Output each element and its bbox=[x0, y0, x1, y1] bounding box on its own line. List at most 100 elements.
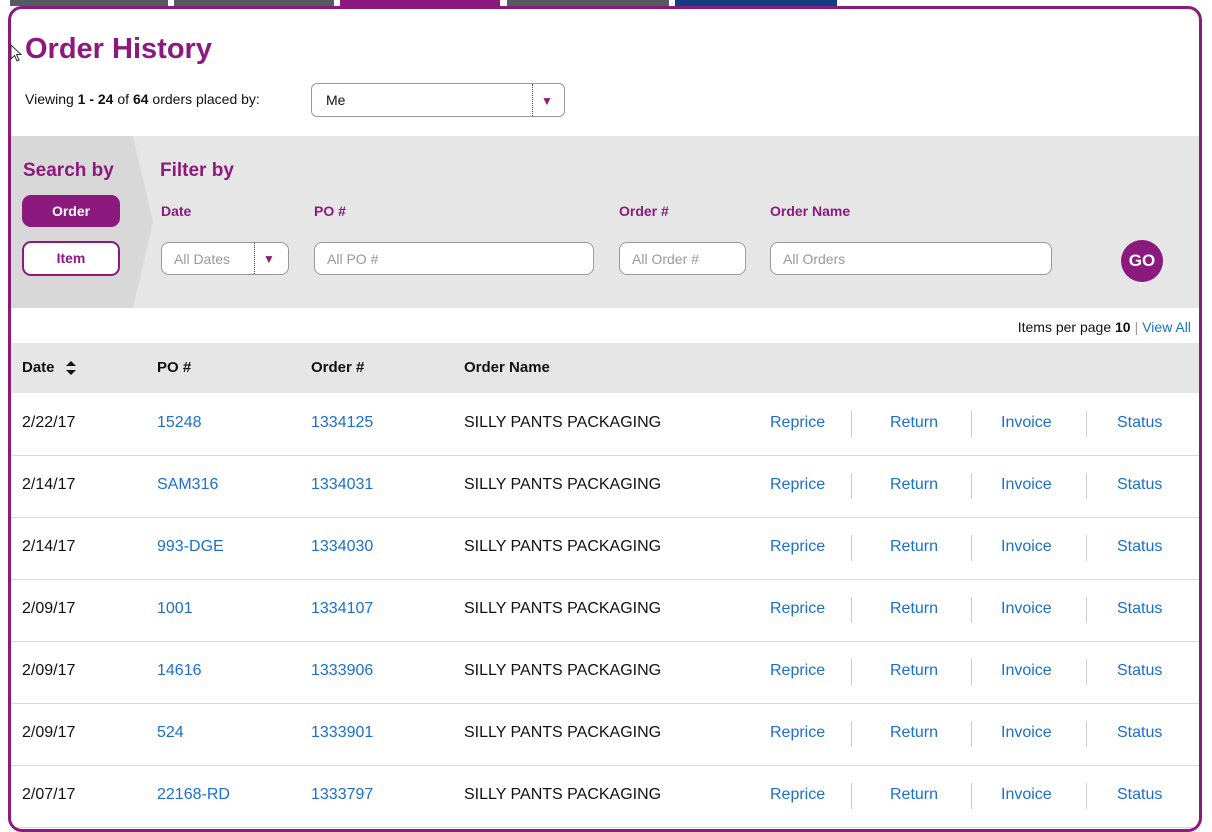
action-separator bbox=[851, 473, 852, 499]
page-title: Order History bbox=[25, 33, 212, 65]
order-history-frame: Order History Viewing 1 - 24 of 64 order… bbox=[8, 6, 1202, 832]
reprice-link[interactable]: Reprice bbox=[770, 662, 825, 680]
order-number-link[interactable]: 1334030 bbox=[311, 538, 373, 556]
return-link[interactable]: Return bbox=[890, 662, 938, 680]
order-number-link[interactable]: 1334031 bbox=[311, 476, 373, 494]
invoice-link[interactable]: Invoice bbox=[1001, 538, 1052, 556]
date-filter-placeholder: All Dates bbox=[174, 251, 231, 267]
order-filter-label: Order # bbox=[619, 203, 669, 219]
placed-by-select[interactable]: Me ▼ bbox=[311, 83, 565, 117]
table-row: 2/14/17 SAM316 1334031 SILLY PANTS PACKAGIN… bbox=[11, 455, 1199, 518]
return-link[interactable]: Return bbox=[890, 724, 938, 742]
table-row: 2/22/17 15248 1334125 SILLY PANTS PACKAGING… bbox=[11, 393, 1199, 456]
viewing-total: 64 bbox=[132, 91, 149, 107]
order-number-link[interactable]: 1333901 bbox=[311, 724, 373, 742]
chevron-down-icon: ▼ bbox=[541, 94, 553, 108]
order-date: 2/14/17 bbox=[22, 538, 76, 555]
search-by-item-button[interactable]: Item bbox=[22, 241, 120, 276]
order-number-link[interactable]: 1334125 bbox=[311, 414, 373, 432]
reprice-link[interactable]: Reprice bbox=[770, 786, 825, 804]
items-per-page-value[interactable]: 10 bbox=[1115, 319, 1131, 335]
search-by-arrow bbox=[133, 136, 153, 308]
action-separator bbox=[851, 535, 852, 561]
status-link[interactable]: Status bbox=[1117, 662, 1162, 680]
viewing-of: of bbox=[113, 91, 133, 107]
date-column-header[interactable]: Date bbox=[22, 359, 77, 376]
po-filter-input[interactable]: All PO # bbox=[314, 242, 594, 275]
order-date: 2/09/17 bbox=[22, 600, 76, 617]
action-separator bbox=[851, 783, 852, 809]
po-link[interactable]: SAM316 bbox=[157, 476, 218, 494]
status-link[interactable]: Status bbox=[1117, 786, 1162, 804]
mouse-cursor-icon bbox=[10, 44, 23, 62]
action-separator bbox=[971, 659, 972, 685]
go-button[interactable]: GO bbox=[1121, 240, 1163, 282]
po-link[interactable]: 993-DGE bbox=[157, 538, 224, 556]
action-separator bbox=[1086, 783, 1087, 809]
order-name-filter-placeholder: All Orders bbox=[783, 251, 846, 267]
table-row: 2/09/17 524 1333901 SILLY PANTS PACKAGING Re… bbox=[11, 703, 1199, 766]
invoice-link[interactable]: Invoice bbox=[1001, 414, 1052, 432]
return-link[interactable]: Return bbox=[890, 786, 938, 804]
viewing-prefix: Viewing bbox=[25, 91, 78, 107]
order-filter-input[interactable]: All Order # bbox=[619, 242, 746, 275]
order-number-link[interactable]: 1333906 bbox=[311, 662, 373, 680]
action-separator bbox=[1086, 473, 1087, 499]
action-separator bbox=[971, 473, 972, 499]
sort-icon[interactable] bbox=[65, 360, 77, 376]
table-row: 2/09/17 1001 1334107 SILLY PANTS PACKAGING R… bbox=[11, 579, 1199, 642]
order-number-link[interactable]: 1334107 bbox=[311, 600, 373, 618]
return-link[interactable]: Return bbox=[890, 414, 938, 432]
status-link[interactable]: Status bbox=[1117, 476, 1162, 494]
status-link[interactable]: Status bbox=[1117, 538, 1162, 556]
order-date: 2/22/17 bbox=[22, 414, 76, 431]
reprice-link[interactable]: Reprice bbox=[770, 538, 825, 556]
status-link[interactable]: Status bbox=[1117, 600, 1162, 618]
reprice-link[interactable]: Reprice bbox=[770, 476, 825, 494]
return-link[interactable]: Return bbox=[890, 538, 938, 556]
invoice-link[interactable]: Invoice bbox=[1001, 476, 1052, 494]
reprice-link[interactable]: Reprice bbox=[770, 600, 825, 618]
search-by-order-button[interactable]: Order bbox=[22, 195, 120, 227]
search-by-heading: Search by bbox=[23, 160, 114, 181]
po-filter-placeholder: All PO # bbox=[327, 251, 379, 267]
return-link[interactable]: Return bbox=[890, 600, 938, 618]
action-separator bbox=[1086, 597, 1087, 623]
invoice-link[interactable]: Invoice bbox=[1001, 662, 1052, 680]
action-separator bbox=[851, 411, 852, 437]
order-name: SILLY PANTS PACKAGING bbox=[464, 538, 662, 555]
order-date: 2/07/17 bbox=[22, 786, 76, 803]
action-separator bbox=[971, 411, 972, 437]
po-link[interactable]: 22168-RD bbox=[157, 786, 230, 804]
order-date: 2/09/17 bbox=[22, 662, 76, 679]
action-separator bbox=[1086, 659, 1087, 685]
action-separator bbox=[851, 597, 852, 623]
order-filter-placeholder: All Order # bbox=[632, 251, 699, 267]
view-all-link[interactable]: View All bbox=[1142, 319, 1191, 335]
reprice-link[interactable]: Reprice bbox=[770, 724, 825, 742]
return-link[interactable]: Return bbox=[890, 476, 938, 494]
po-link[interactable]: 15248 bbox=[157, 414, 202, 432]
po-link[interactable]: 14616 bbox=[157, 662, 202, 680]
action-separator bbox=[1086, 721, 1087, 747]
invoice-link[interactable]: Invoice bbox=[1001, 600, 1052, 618]
order-name: SILLY PANTS PACKAGING bbox=[464, 600, 662, 617]
status-link[interactable]: Status bbox=[1117, 414, 1162, 432]
action-separator bbox=[971, 535, 972, 561]
table-row: 2/09/17 14616 1333906 SILLY PANTS PACKAGING… bbox=[11, 641, 1199, 704]
po-link[interactable]: 524 bbox=[157, 724, 184, 742]
viewing-summary: Viewing 1 - 24 of 64 orders placed by: bbox=[25, 91, 260, 107]
po-link[interactable]: 1001 bbox=[157, 600, 193, 618]
date-filter-select[interactable]: All Dates ▼ bbox=[161, 242, 289, 275]
invoice-link[interactable]: Invoice bbox=[1001, 724, 1052, 742]
order-date: 2/09/17 bbox=[22, 724, 76, 741]
invoice-link[interactable]: Invoice bbox=[1001, 786, 1052, 804]
status-link[interactable]: Status bbox=[1117, 724, 1162, 742]
order-name: SILLY PANTS PACKAGING bbox=[464, 662, 662, 679]
order-number-link[interactable]: 1333797 bbox=[311, 786, 373, 804]
reprice-link[interactable]: Reprice bbox=[770, 414, 825, 432]
filter-by-heading: Filter by bbox=[160, 160, 234, 181]
action-separator bbox=[851, 721, 852, 747]
order-name: SILLY PANTS PACKAGING bbox=[464, 724, 662, 741]
order-name-filter-input[interactable]: All Orders bbox=[770, 242, 1052, 275]
